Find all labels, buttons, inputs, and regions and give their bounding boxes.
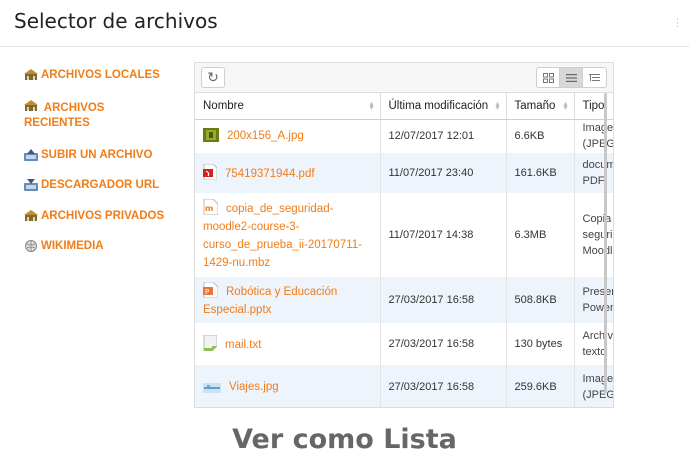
moodle-backup-icon: m	[203, 198, 218, 215]
file-name-cell[interactable]: Viajes.jpg	[195, 365, 381, 407]
upload-icon	[24, 149, 38, 161]
header-handle: ⋮	[672, 17, 683, 29]
type-cell: Image (JPEG	[574, 365, 613, 407]
caption-text: Ver como Lista	[232, 424, 457, 455]
globe-icon	[25, 240, 37, 252]
type-cell: Image (JPEG	[574, 119, 613, 153]
type-cell: Preser Power	[574, 277, 613, 323]
size-cell: 6.6KB	[506, 119, 575, 153]
size-cell: 6.3MB	[506, 193, 575, 277]
file-name-cell[interactable]: 75419371944.pdf	[195, 153, 381, 193]
sidebar-item-archivos-locales[interactable]: ARCHIVOS LOCALES	[24, 68, 160, 83]
date-cell: 27/03/2017 16:58	[380, 323, 507, 365]
sidebar-item-archivos-privados[interactable]: ARCHIVOS PRIVADOS	[24, 209, 164, 224]
sort-icon: ▴ ▾	[369, 99, 374, 112]
dialog-header: Selector de archivos ⋮	[0, 0, 689, 47]
list-view-button[interactable]	[560, 68, 583, 87]
list-view-icon	[565, 73, 577, 82]
size-cell: 508.8KB	[506, 277, 575, 323]
file-name-cell[interactable]: P Robótica y Educación Especial.pptx	[195, 277, 381, 323]
sidebar-item-label: ARCHIVOS LOCALES	[41, 69, 160, 81]
type-cell: Copia seguri Moodl	[574, 193, 613, 277]
type-cell: Archiv texto	[574, 323, 613, 365]
sort-icon: ▴ ▾	[495, 99, 500, 112]
sidebar-item-descargador-url[interactable]: DESCARGADOR URL	[24, 178, 159, 193]
svg-text:m: m	[205, 204, 213, 213]
view-mode-group	[536, 67, 607, 88]
date-cell: 27/03/2017 16:58	[380, 277, 507, 323]
svg-text:P: P	[205, 288, 209, 296]
sidebar-item-label: WIKIMEDIA	[41, 240, 104, 252]
refresh-icon: ↻	[207, 69, 219, 85]
icons-view-icon	[542, 72, 554, 83]
file-toolbar: ↻	[195, 63, 613, 93]
column-header-modificacion[interactable]: Última modificación ▴ ▾	[380, 93, 507, 120]
table-row[interactable]: Viajes.jpg 27/03/2017 16:58 259.6KB Imag…	[195, 365, 613, 407]
date-cell: 11/07/2017 14:38	[380, 193, 507, 277]
sidebar-item-label: SUBIR UN ARCHIVO	[41, 149, 153, 161]
column-header-tamano[interactable]: Tamaño ▴ ▾	[506, 93, 575, 120]
presentation-icon: P	[203, 281, 218, 298]
size-cell: 161.6KB	[506, 153, 575, 193]
file-table: Nombre ▴ ▾ Última modificación ▴ ▾ Tamaño ▴ ▾ …	[195, 93, 613, 407]
table-header-row: Nombre ▴ ▾ Última modificación ▴ ▾ Tamaño ▴ ▾ …	[195, 93, 613, 120]
table-row[interactable]: P Robótica y Educación Especial.pptx 27/0…	[195, 277, 613, 323]
size-cell: 130 bytes	[506, 323, 575, 365]
scrollbar[interactable]	[604, 93, 607, 393]
sidebar-item-label: ARCHIVOS PRIVADOS	[41, 210, 165, 222]
image-icon	[203, 383, 221, 393]
server-icon	[24, 210, 38, 221]
date-cell: 12/07/2017 12:01	[380, 119, 507, 153]
date-cell: 11/07/2017 23:40	[380, 153, 507, 193]
file-name-cell[interactable]: 200x156_A.jpg	[195, 119, 381, 153]
column-header-tipo[interactable]: Tipo	[574, 93, 613, 120]
sort-icon: ▴ ▾	[563, 99, 568, 112]
file-name-cell[interactable]: m copia_de_seguridad-moodle2-course-3-cur…	[195, 193, 381, 277]
table-row[interactable]: mail.txt 27/03/2017 16:58 130 bytes Arch…	[195, 323, 613, 365]
table-row[interactable]: 75419371944.pdf 11/07/2017 23:40 161.6KB…	[195, 153, 613, 193]
text-file-icon	[203, 334, 217, 351]
table-row[interactable]: 200x156_A.jpg 12/07/2017 12:01 6.6KB Ima…	[195, 119, 613, 153]
pdf-icon	[203, 163, 217, 180]
image-icon	[203, 128, 219, 143]
tree-view-icon	[589, 73, 600, 81]
sidebar-item-subir-archivo[interactable]: SUBIR UN ARCHIVO	[24, 148, 152, 163]
column-header-nombre[interactable]: Nombre ▴ ▾	[195, 93, 381, 120]
sidebar-item-label: DESCARGADOR URL	[41, 179, 160, 191]
icons-view-button[interactable]	[537, 68, 560, 87]
size-cell: 259.6KB	[506, 365, 575, 407]
type-cell: docum PDF	[574, 153, 613, 193]
dialog-title: Selector de archivos	[14, 9, 218, 33]
tree-view-button[interactable]	[583, 68, 606, 87]
file-name-cell[interactable]: mail.txt	[195, 323, 381, 365]
download-icon	[24, 179, 38, 191]
date-cell: 27/03/2017 16:58	[380, 365, 507, 407]
refresh-button[interactable]: ↻	[201, 67, 225, 88]
table-row[interactable]: m copia_de_seguridad-moodle2-course-3-cur…	[195, 193, 613, 277]
sidebar-item-wikimedia[interactable]: WIKIMEDIA	[24, 239, 104, 254]
server-icon	[24, 100, 38, 111]
sidebar-item-archivos-recientes[interactable]: ARCHIVOS RECIENTES	[24, 99, 134, 131]
server-icon	[24, 69, 38, 80]
file-list-panel: ↻ Nombre ▴ ▾ Última modificación ▴ ▾ Tamaño ▴…	[194, 62, 614, 408]
